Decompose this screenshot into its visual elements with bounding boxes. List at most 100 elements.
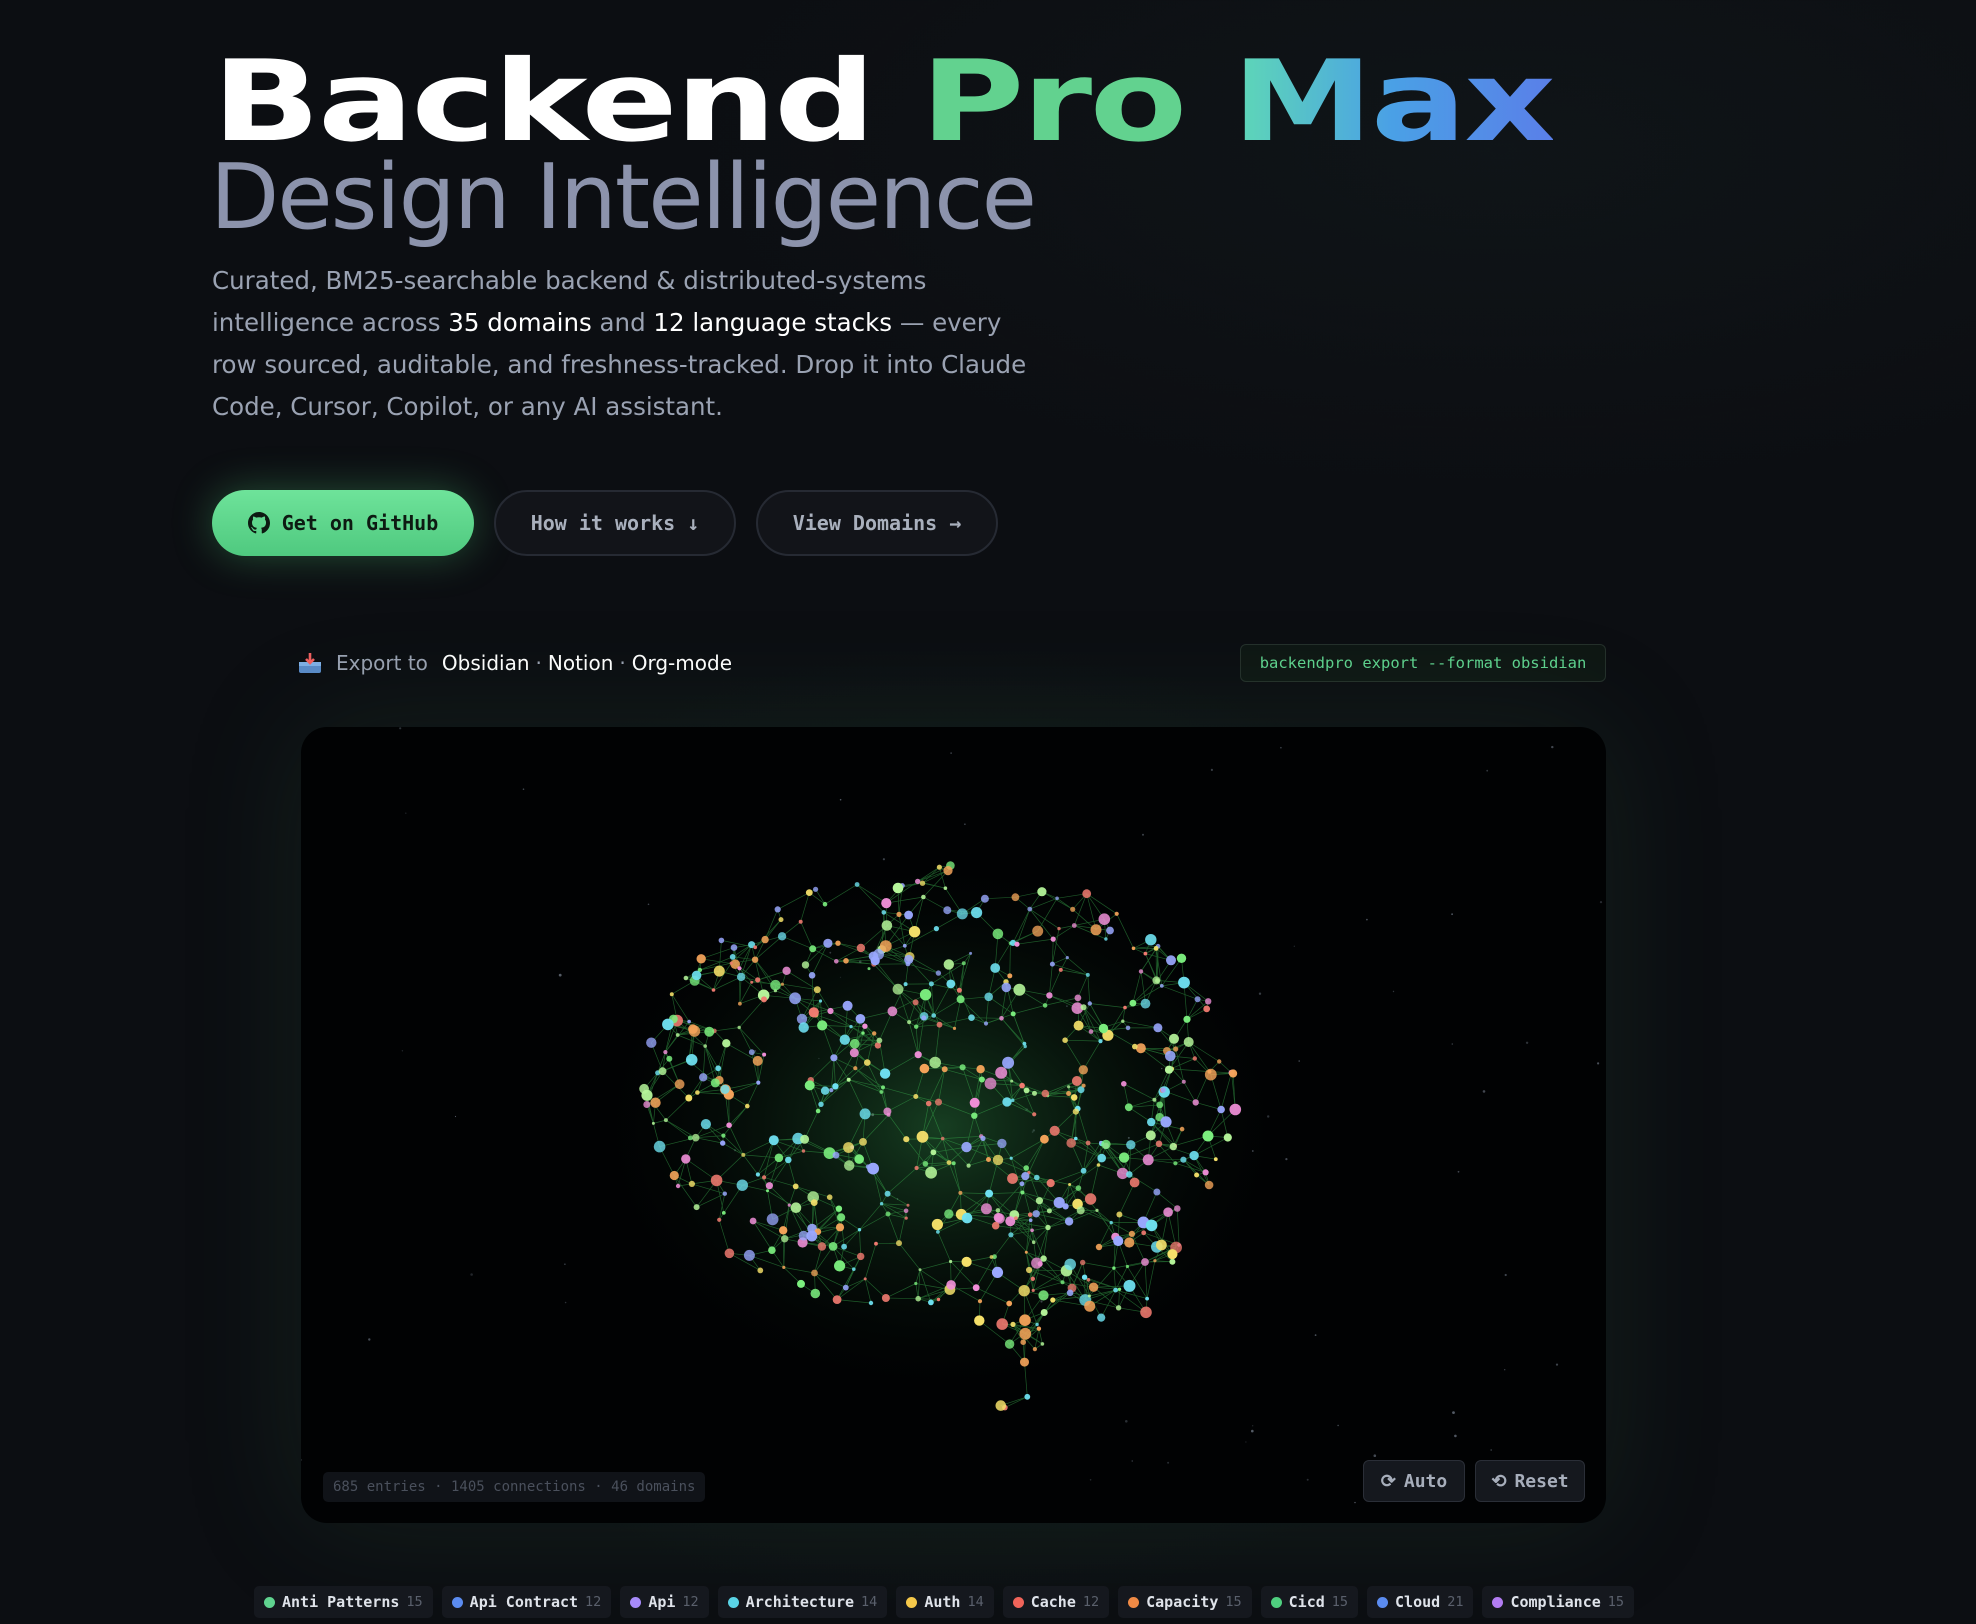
graph-node[interactable] — [925, 1100, 932, 1107]
graph-node[interactable] — [902, 943, 907, 948]
graph-node[interactable] — [1031, 1257, 1043, 1269]
graph-node[interactable] — [1097, 1153, 1106, 1163]
graph-node[interactable] — [1114, 911, 1119, 916]
graph-node[interactable] — [1010, 1079, 1014, 1083]
domain-chip[interactable]: Compliance 15 — [1482, 1586, 1635, 1618]
graph-node[interactable] — [1030, 1228, 1034, 1233]
graph-node[interactable] — [1229, 1103, 1242, 1116]
graph-node[interactable] — [908, 926, 921, 938]
graph-node[interactable] — [1095, 1243, 1103, 1251]
graph-node[interactable] — [743, 1249, 755, 1261]
graph-node[interactable] — [1217, 1105, 1225, 1114]
graph-node[interactable] — [1131, 946, 1136, 951]
graph-node[interactable] — [1141, 1230, 1147, 1236]
graph-node[interactable] — [755, 1172, 760, 1177]
graph-node[interactable] — [868, 1300, 874, 1306]
graph-node[interactable] — [817, 1020, 828, 1031]
graph-node[interactable] — [1088, 1029, 1094, 1034]
graph-node[interactable] — [1124, 1237, 1135, 1248]
graph-node[interactable] — [839, 1034, 850, 1045]
graph-node[interactable] — [1005, 1216, 1016, 1227]
graph-node[interactable] — [985, 1189, 994, 1198]
graph-node[interactable] — [903, 982, 908, 987]
graph-node[interactable] — [971, 907, 983, 919]
domain-chip[interactable]: Capacity 15 — [1118, 1586, 1252, 1618]
graph-node[interactable] — [779, 1226, 788, 1235]
graph-node[interactable] — [855, 1014, 866, 1024]
graph-node[interactable] — [1118, 1152, 1130, 1163]
graph-node[interactable] — [881, 1294, 890, 1302]
graph-node[interactable] — [1022, 1041, 1027, 1046]
graph-node[interactable] — [675, 1033, 680, 1037]
graph-node[interactable] — [1002, 1056, 1015, 1069]
graph-node[interactable] — [835, 1205, 843, 1212]
graph-node[interactable] — [1066, 1289, 1074, 1297]
graph-node[interactable] — [787, 1203, 791, 1207]
graph-node[interactable] — [832, 1151, 840, 1159]
graph-node[interactable] — [1217, 1059, 1222, 1064]
graph-node[interactable] — [711, 988, 716, 992]
graph-node[interactable] — [1116, 1211, 1123, 1218]
graph-node[interactable] — [693, 1204, 700, 1211]
graph-node[interactable] — [914, 1024, 919, 1029]
graph-node[interactable] — [1020, 1339, 1026, 1345]
graph-node[interactable] — [1106, 926, 1114, 935]
graph-node[interactable] — [995, 1066, 1008, 1079]
graph-node[interactable] — [822, 901, 828, 907]
graph-node[interactable] — [1011, 893, 1020, 902]
graph-node[interactable] — [1189, 1150, 1199, 1161]
graph-node[interactable] — [935, 970, 942, 976]
graph-node[interactable] — [669, 1170, 679, 1181]
graph-node[interactable] — [913, 1094, 919, 1099]
graph-node[interactable] — [1076, 1206, 1085, 1215]
how-it-works-button[interactable]: How it works ↓ — [494, 490, 736, 556]
graph-node[interactable] — [912, 999, 919, 1006]
graph-node[interactable] — [961, 961, 966, 966]
graph-node[interactable] — [1173, 1161, 1178, 1166]
graph-node[interactable] — [798, 1022, 809, 1033]
graph-node[interactable] — [1009, 1156, 1013, 1160]
graph-node[interactable] — [1070, 906, 1076, 912]
graph-node[interactable] — [1010, 1321, 1016, 1327]
graph-node[interactable] — [685, 1054, 698, 1066]
graph-node[interactable] — [986, 1157, 991, 1162]
graph-node[interactable] — [1223, 1133, 1232, 1142]
graph-node[interactable] — [969, 951, 973, 955]
graph-node[interactable] — [991, 1221, 1000, 1230]
graph-node[interactable] — [720, 1084, 730, 1094]
graph-node[interactable] — [1038, 1290, 1049, 1301]
graph-node[interactable] — [1087, 1001, 1092, 1006]
graph-node[interactable] — [641, 1089, 653, 1101]
graph-node[interactable] — [823, 938, 833, 948]
graph-node[interactable] — [817, 1242, 827, 1251]
graph-node[interactable] — [1142, 1154, 1154, 1166]
graph-node[interactable] — [713, 965, 725, 977]
graph-node[interactable] — [1183, 1015, 1191, 1023]
graph-node[interactable] — [906, 1203, 910, 1207]
graph-node[interactable] — [720, 1140, 726, 1146]
graph-node[interactable] — [876, 1037, 883, 1044]
graph-node[interactable] — [868, 951, 879, 961]
graph-node[interactable] — [1159, 984, 1164, 988]
graph-node[interactable] — [1086, 1278, 1091, 1282]
graph-node[interactable] — [844, 1160, 855, 1171]
graph-node[interactable] — [1013, 983, 1026, 996]
graph-node[interactable] — [1123, 1279, 1136, 1292]
graph-node[interactable] — [830, 1054, 838, 1062]
graph-node[interactable] — [1049, 961, 1055, 967]
graph-node[interactable] — [1078, 1065, 1088, 1075]
graph-node[interactable] — [1143, 951, 1148, 956]
graph-node[interactable] — [1098, 913, 1111, 925]
graph-node[interactable] — [849, 1038, 860, 1049]
graph-node[interactable] — [1019, 1181, 1025, 1187]
graph-node[interactable] — [762, 1175, 767, 1180]
graph-node[interactable] — [737, 1025, 741, 1030]
graph-node[interactable] — [837, 1213, 846, 1222]
graph-node[interactable] — [854, 1154, 864, 1164]
graph-node[interactable] — [834, 959, 839, 964]
graph-node[interactable] — [1176, 953, 1187, 963]
graph-node[interactable] — [646, 1037, 657, 1048]
graph-node[interactable] — [1129, 1177, 1140, 1188]
graph-node[interactable] — [863, 1277, 867, 1281]
graph-node[interactable] — [943, 906, 952, 915]
